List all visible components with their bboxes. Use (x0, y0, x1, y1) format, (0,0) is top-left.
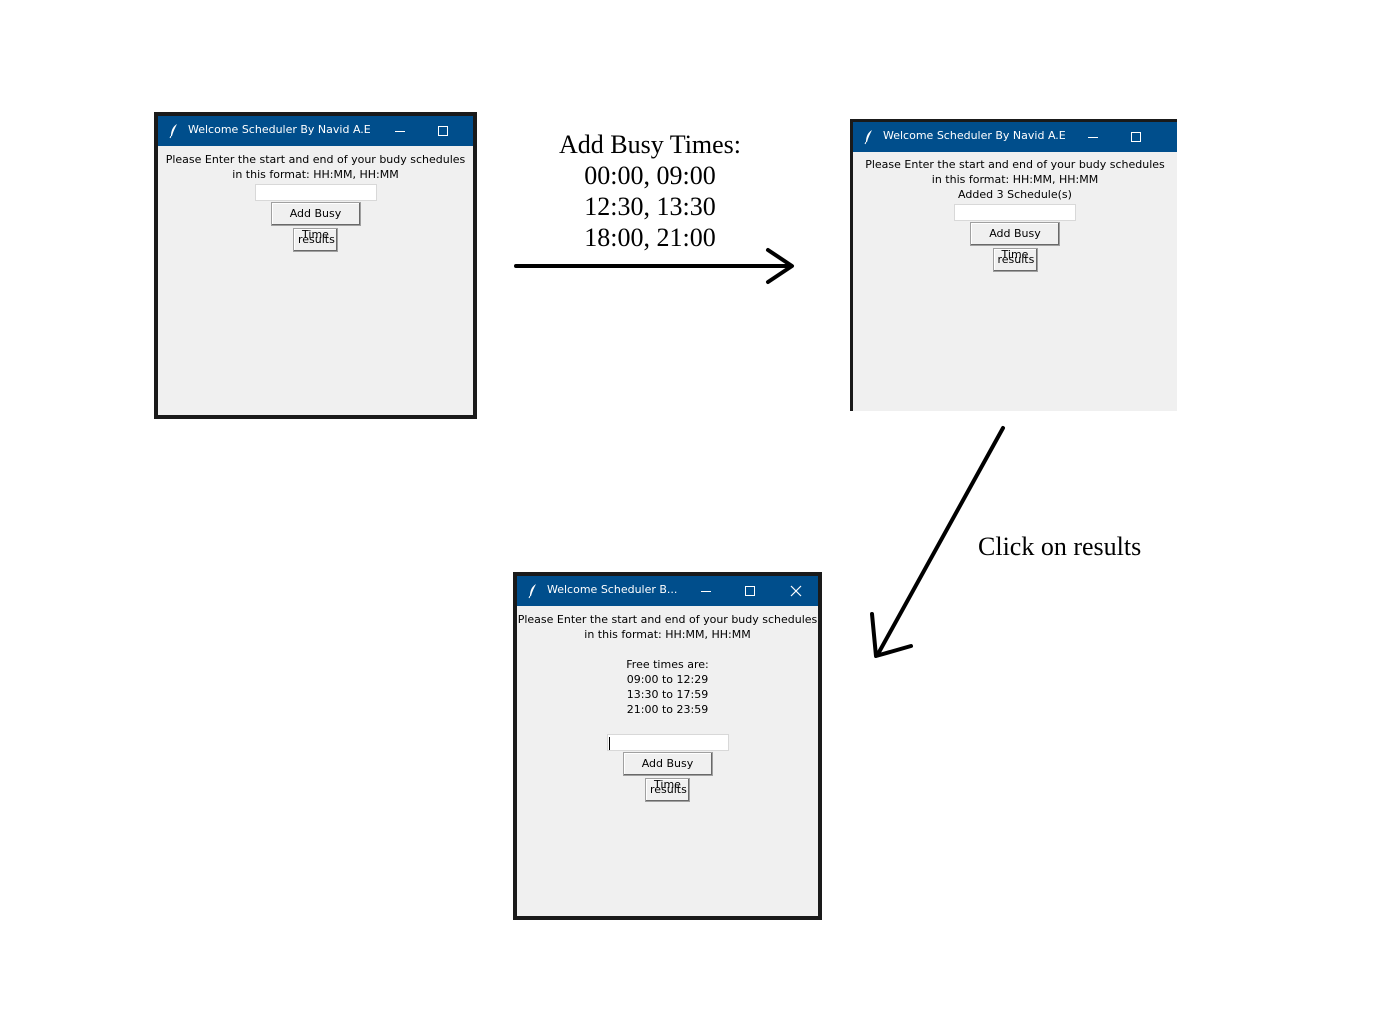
down-left-arrow-icon (870, 426, 1005, 658)
click-results-annotation: Click on results (978, 532, 1142, 561)
